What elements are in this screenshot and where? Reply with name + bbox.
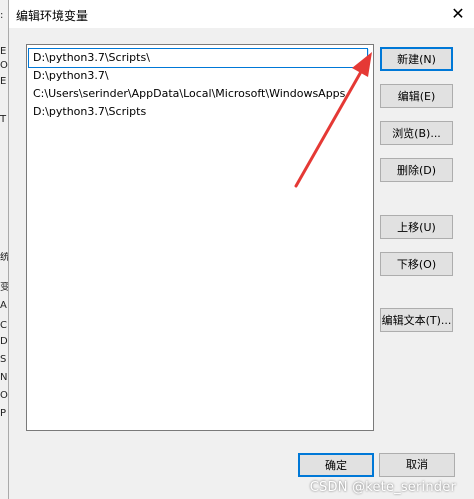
bg-text-fragment: S bbox=[0, 354, 7, 365]
bg-text-fragment: O bbox=[0, 390, 8, 401]
browse-button[interactable]: 浏览(B)... bbox=[380, 121, 453, 145]
move-down-button[interactable]: 下移(O) bbox=[380, 252, 453, 276]
close-icon[interactable]: ✕ bbox=[441, 0, 474, 28]
title-bar: 编辑环境变量 ✕ bbox=[9, 0, 474, 28]
bg-text-fragment: T bbox=[0, 114, 7, 125]
bg-text-fragment: : bbox=[0, 10, 4, 21]
list-item[interactable]: D:\python3.7\Scripts\ bbox=[28, 48, 368, 68]
bg-text-fragment: N bbox=[0, 372, 8, 383]
watermark: CSDN @kete_serinder bbox=[309, 480, 456, 495]
bg-text-fragment: 变 bbox=[0, 282, 8, 293]
edit-button[interactable]: 编辑(E) bbox=[380, 84, 453, 108]
path-list[interactable]: D:\python3.7\Scripts\ D:\python3.7\ C:\U… bbox=[26, 44, 374, 431]
edit-text-button[interactable]: 编辑文本(T)... bbox=[380, 308, 453, 332]
bg-text-fragment: E bbox=[0, 76, 7, 87]
bg-text-fragment: O bbox=[0, 60, 8, 71]
move-up-button[interactable]: 上移(U) bbox=[380, 215, 453, 239]
cancel-button[interactable]: 取消 bbox=[379, 453, 455, 477]
list-item[interactable]: D:\python3.7\Scripts bbox=[29, 103, 146, 121]
ok-button[interactable]: 确定 bbox=[298, 453, 374, 477]
bg-text-fragment: 统 bbox=[0, 252, 8, 263]
list-item[interactable]: D:\python3.7\ bbox=[29, 67, 109, 85]
list-item[interactable]: C:\Users\serinder\AppData\Local\Microsof… bbox=[29, 85, 345, 103]
bg-text-fragment: P bbox=[0, 408, 7, 419]
bg-text-fragment: C bbox=[0, 320, 7, 331]
new-button[interactable]: 新建(N) bbox=[380, 47, 453, 71]
edit-environment-variable-dialog: 编辑环境变量 ✕ D:\python3.7\Scripts\ D:\python… bbox=[8, 0, 474, 499]
dialog-title: 编辑环境变量 bbox=[16, 9, 89, 23]
bg-text-fragment: A bbox=[0, 300, 7, 311]
delete-button[interactable]: 删除(D) bbox=[380, 158, 453, 182]
bg-text-fragment: D bbox=[0, 336, 8, 347]
bg-text-fragment: E bbox=[0, 46, 7, 57]
